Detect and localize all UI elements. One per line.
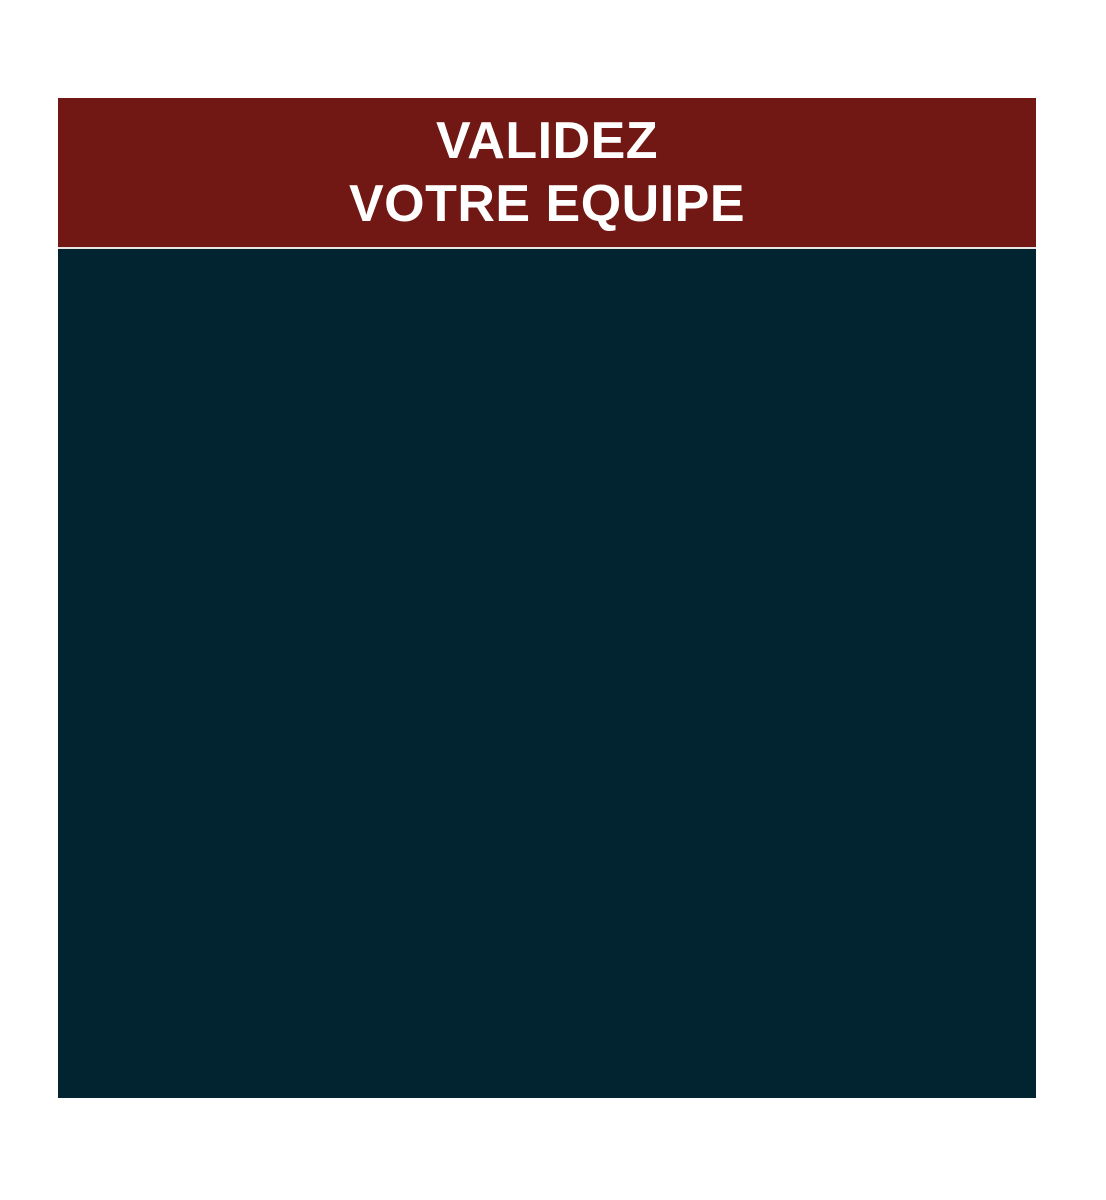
content-panel <box>58 249 1036 1098</box>
header-title-line-1: VALIDEZ <box>435 111 659 170</box>
header-title-line-2: VOTRE EQUIPE <box>348 174 746 233</box>
team-validation-card: VALIDEZ VOTRE EQUIPE <box>58 98 1036 1098</box>
card-header: VALIDEZ VOTRE EQUIPE <box>58 98 1036 247</box>
